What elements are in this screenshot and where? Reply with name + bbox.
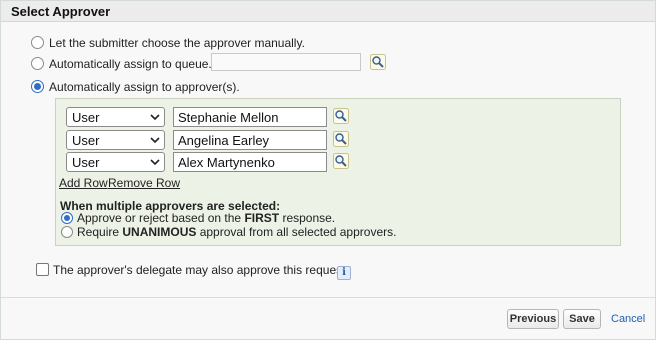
radio-unanimous[interactable] [61,226,73,238]
previous-button[interactable]: Previous [507,309,559,329]
info-icon[interactable]: i [337,266,351,280]
approver-lookup-icon[interactable] [333,108,349,124]
approver-type-select-1[interactable]: User [66,107,165,127]
radio-queue[interactable] [31,57,44,70]
first-response-text: Approve or reject based on the [77,211,245,225]
approver-name-input-2[interactable]: Angelina Earley [173,130,327,150]
radio-manual[interactable] [31,36,44,49]
chevron-down-icon [150,159,160,166]
unanimous-emphasis: UNANIMOUS [122,225,197,239]
first-response-emphasis: FIRST [244,211,280,225]
approver-type-value: User [72,110,100,125]
first-response-label: Approve or reject based on the FIRST res… [77,211,335,225]
remove-row-link[interactable]: Remove Row [108,176,180,190]
approver-name-value: Angelina Earley [178,133,270,148]
option-manual-label: Let the submitter choose the approver ma… [49,36,305,50]
approver-name-input-3[interactable]: Alex Martynenko [173,152,327,172]
unanimous-text: Require [77,225,123,239]
approver-lookup-icon[interactable] [333,153,349,169]
approver-type-select-2[interactable]: User [66,130,165,150]
delegate-checkbox[interactable] [36,263,49,276]
approvers-assignment-box: User Stephanie Mellon User Angelina Earl… [55,98,621,246]
approver-name-input-1[interactable]: Stephanie Mellon [173,107,327,127]
section-title: Select Approver [11,4,111,19]
unanimous-label: Require UNANIMOUS approval from all sele… [77,225,396,239]
cancel-link[interactable]: Cancel [611,313,645,325]
unanimous-suffix: approval from all selected approvers. [196,225,397,239]
section-header: Select Approver [1,1,655,22]
approver-type-value: User [72,155,100,170]
chevron-down-icon [150,137,160,144]
option-approvers-label: Automatically assign to approver(s). [49,80,240,94]
queue-input[interactable] [211,53,361,71]
option-queue-label: Automatically assign to queue. [49,57,212,71]
approver-name-value: Stephanie Mellon [178,110,279,125]
approver-type-value: User [72,133,100,148]
radio-approvers[interactable] [31,80,44,93]
approver-name-value: Alex Martynenko [178,155,275,170]
approver-type-select-3[interactable]: User [66,152,165,172]
save-button[interactable]: Save [563,309,601,329]
queue-lookup-icon[interactable] [370,54,386,70]
first-response-suffix: response. [279,211,336,225]
add-row-link[interactable]: Add Row [59,176,108,190]
chevron-down-icon [150,114,160,121]
footer-divider [1,297,655,298]
approver-lookup-icon[interactable] [333,131,349,147]
delegate-label: The approver's delegate may also approve… [53,263,349,277]
radio-first-response[interactable] [61,212,73,224]
select-approver-panel: Select Approver Let the submitter choose… [0,0,656,340]
